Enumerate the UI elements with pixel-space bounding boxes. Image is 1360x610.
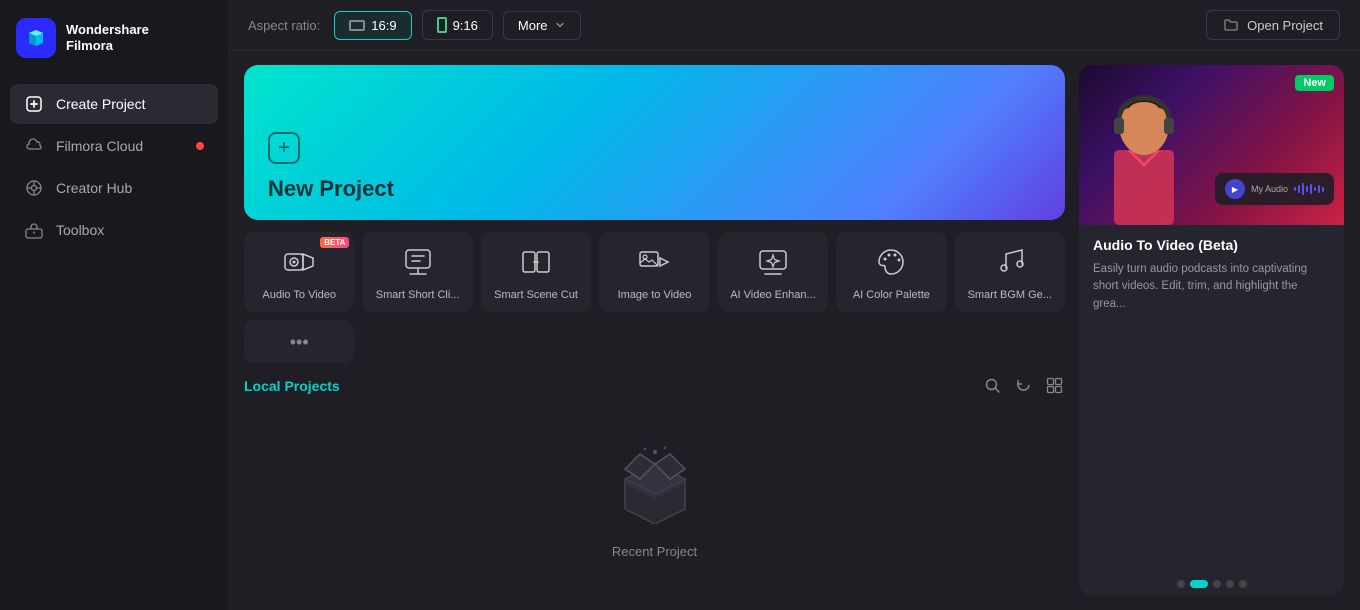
filmora-cloud-icon: [24, 136, 44, 156]
projects-actions: [982, 375, 1065, 396]
search-icon: [984, 377, 1001, 394]
content-area: + New Project BETA Au: [228, 51, 1360, 610]
new-project-title: New Project: [268, 176, 394, 202]
left-panel: + New Project BETA Au: [244, 65, 1065, 596]
ai-tool-audio-to-video[interactable]: BETA Audio To Video: [244, 232, 354, 312]
create-project-icon: [24, 94, 44, 114]
folder-icon: [1223, 17, 1239, 33]
toolbox-label: Toolbox: [56, 222, 104, 238]
ai-tool-image-to-video[interactable]: Image to Video: [599, 232, 709, 312]
sidebar-item-creator-hub[interactable]: Creator Hub: [10, 168, 218, 208]
aspect-9-16-button[interactable]: 9:16: [422, 10, 493, 40]
logo-icon: [16, 18, 56, 58]
promo-card-image: ▶ My Audio New: [1079, 65, 1344, 225]
local-projects-header: Local Projects: [244, 375, 1065, 396]
smart-scene-cut-icon: [518, 244, 554, 280]
main-content: Aspect ratio: 16:9 9:16 More Open Projec…: [228, 0, 1360, 610]
audio-waveform: [1294, 182, 1324, 196]
sidebar: Wondershare Filmora Create Project Filmo…: [0, 0, 228, 610]
grid-view-icon: [1046, 377, 1063, 394]
toolbox-icon: [24, 220, 44, 240]
promo-dots: [1079, 572, 1344, 596]
ai-color-palette-label: AI Color Palette: [853, 288, 930, 302]
ai-tool-ai-color-palette[interactable]: AI Color Palette: [836, 232, 946, 312]
audio-label: My Audio: [1251, 184, 1288, 194]
sidebar-item-toolbox[interactable]: Toolbox: [10, 210, 218, 250]
aspect-ratio-label: Aspect ratio:: [248, 18, 320, 33]
grid-view-button[interactable]: [1044, 375, 1065, 396]
promo-dot-2[interactable]: [1213, 580, 1221, 588]
create-project-label: Create Project: [56, 96, 145, 112]
promo-dot-1[interactable]: [1190, 580, 1208, 588]
audio-to-video-icon: [281, 244, 317, 280]
audio-to-video-label: Audio To Video: [262, 288, 336, 302]
smart-short-clip-label: Smart Short Cli...: [376, 288, 460, 302]
ai-video-enhance-label: AI Video Enhan...: [730, 288, 815, 302]
promo-info: Audio To Video (Beta) Easily turn audio …: [1079, 225, 1344, 572]
aspect-9-16-label: 9:16: [453, 18, 478, 33]
phone-icon: [437, 17, 447, 33]
app-logo[interactable]: Wondershare Filmora: [0, 0, 228, 76]
image-to-video-label: Image to Video: [618, 288, 692, 302]
local-projects-title: Local Projects: [244, 378, 340, 394]
sidebar-item-create-project[interactable]: Create Project: [10, 84, 218, 124]
filmora-cloud-label: Filmora Cloud: [56, 138, 143, 154]
refresh-projects-button[interactable]: [1013, 375, 1034, 396]
promo-new-badge: New: [1295, 75, 1334, 91]
promo-title: Audio To Video (Beta): [1093, 237, 1330, 253]
open-project-button[interactable]: Open Project: [1206, 10, 1340, 40]
ai-video-enhance-icon: [755, 244, 791, 280]
promo-dot-4[interactable]: [1239, 580, 1247, 588]
empty-state: Recent Project: [244, 406, 1065, 596]
aspect-16-9-button[interactable]: 16:9: [334, 11, 411, 40]
smart-bgm-gen-label: Smart BGM Ge...: [968, 288, 1052, 302]
empty-box-icon: [610, 444, 700, 534]
search-projects-button[interactable]: [982, 375, 1003, 396]
open-project-label: Open Project: [1247, 18, 1323, 33]
smart-scene-cut-label: Smart Scene Cut: [494, 288, 578, 302]
notification-dot: [196, 142, 204, 150]
creator-hub-icon: [24, 178, 44, 198]
sidebar-item-filmora-cloud[interactable]: Filmora Cloud: [10, 126, 218, 166]
more-label: More: [518, 18, 548, 33]
ai-tool-ai-video-enhance[interactable]: AI Video Enhan...: [718, 232, 828, 312]
promo-dot-3[interactable]: [1226, 580, 1234, 588]
new-project-plus-icon: +: [268, 132, 300, 164]
aspect-ratio-bar: Aspect ratio: 16:9 9:16 More Open Projec…: [228, 0, 1360, 51]
ai-tool-smart-short-clip[interactable]: Smart Short Cli...: [362, 232, 472, 312]
more-aspect-button[interactable]: More: [503, 11, 581, 40]
smart-bgm-gen-icon: [992, 244, 1028, 280]
creator-hub-label: Creator Hub: [56, 180, 132, 196]
local-projects-section: Local Projects: [244, 375, 1065, 596]
ai-tool-more[interactable]: •••: [244, 320, 354, 363]
empty-label: Recent Project: [612, 544, 697, 559]
new-project-content: + New Project: [268, 132, 394, 202]
promo-description: Easily turn audio podcasts into captivat…: [1093, 261, 1330, 313]
ai-tool-smart-scene-cut[interactable]: Smart Scene Cut: [481, 232, 591, 312]
audio-player-overlay: ▶ My Audio: [1215, 173, 1334, 205]
promo-card: ▶ My Audio New Audio To: [1079, 65, 1344, 596]
promo-dot-0[interactable]: [1177, 580, 1185, 588]
monitor-icon: [349, 20, 365, 31]
smart-short-clip-icon: [400, 244, 436, 280]
image-to-video-icon: [636, 244, 672, 280]
audio-play-button[interactable]: ▶: [1225, 179, 1245, 199]
ai-tools-grid: BETA Audio To Video: [244, 232, 1065, 363]
ai-color-palette-icon: [873, 244, 909, 280]
refresh-icon: [1015, 377, 1032, 394]
beta-badge: BETA: [320, 237, 349, 248]
chevron-down-icon: [554, 19, 566, 31]
more-tools-dots: •••: [290, 332, 309, 353]
app-name: Wondershare Filmora: [66, 22, 149, 53]
new-project-card[interactable]: + New Project: [244, 65, 1065, 220]
aspect-16-9-label: 16:9: [371, 18, 396, 33]
sidebar-nav: Create Project Filmora Cloud Creator Hub: [0, 76, 228, 610]
ai-tool-smart-bgm-gen[interactable]: Smart BGM Ge...: [955, 232, 1065, 312]
